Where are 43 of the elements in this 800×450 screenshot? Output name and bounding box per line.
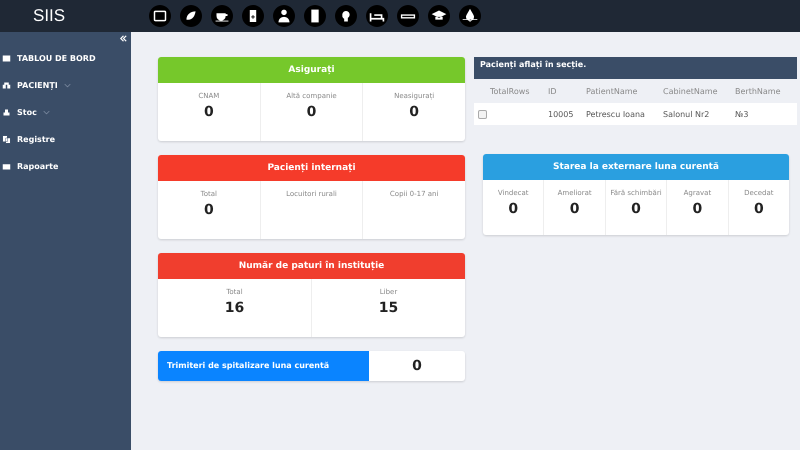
column-header: TotalRows	[490, 86, 530, 96]
card-title: Asigurați	[158, 57, 465, 83]
sidebar-item[interactable]: PACIENȚI	[0, 72, 131, 99]
document-icon[interactable]	[242, 5, 264, 27]
collapse-icon[interactable]	[119, 34, 128, 43]
sidebar-item[interactable]: Rapoarte	[0, 153, 131, 180]
bed-icon[interactable]	[366, 5, 388, 27]
drop-icon[interactable]	[459, 5, 481, 27]
column-header: CabinetName	[663, 86, 719, 96]
stat-value: 0	[204, 202, 214, 218]
card-title: Număr de paturi în instituție	[158, 253, 465, 279]
column-header: ID	[548, 86, 558, 96]
stat-value: 0	[409, 104, 420, 120]
cup-icon[interactable]	[211, 5, 233, 27]
stat-value: 0	[306, 104, 316, 120]
table-cell-text: 10005	[548, 110, 574, 118]
table-cell-text: Salonul Nr2	[663, 110, 710, 118]
stat-value: 15	[378, 300, 398, 316]
card-icon[interactable]	[149, 5, 171, 27]
column-header: PatientName	[586, 86, 638, 96]
card-title: Starea la externare luna curentă	[483, 154, 789, 180]
person-icon[interactable]	[273, 5, 295, 27]
stat-value: 0	[204, 104, 214, 120]
stat-value: 0	[411, 357, 423, 376]
stat-value: 0	[631, 201, 641, 217]
card-title: Trimiteri de spitalizare luna curentă	[158, 351, 369, 381]
sidebar-item[interactable]: TABLOU DE BORD	[0, 45, 131, 72]
stat-value: 0	[692, 201, 702, 217]
leaf-icon[interactable]	[180, 5, 202, 27]
stat-value: 0	[570, 201, 580, 217]
stat-value: 16	[224, 300, 244, 316]
graduation-cap-icon[interactable]	[428, 5, 450, 27]
row-checkbox[interactable]	[478, 110, 486, 118]
table-cell-text: Petrescu Ioana	[586, 110, 646, 118]
app-logo: SIIS	[32, 6, 66, 26]
panel-title: Pacienți aflați în secție.	[474, 57, 797, 79]
stat-value: 0	[754, 201, 764, 217]
sidebar-item[interactable]: Registre	[0, 126, 131, 153]
table-cell-text: №3	[735, 110, 750, 118]
stat-value: 0	[508, 201, 518, 217]
column-header: BerthName	[735, 86, 782, 96]
card-title: Pacienți internați	[158, 155, 465, 181]
sidebar-item[interactable]: Stoc	[0, 99, 131, 126]
